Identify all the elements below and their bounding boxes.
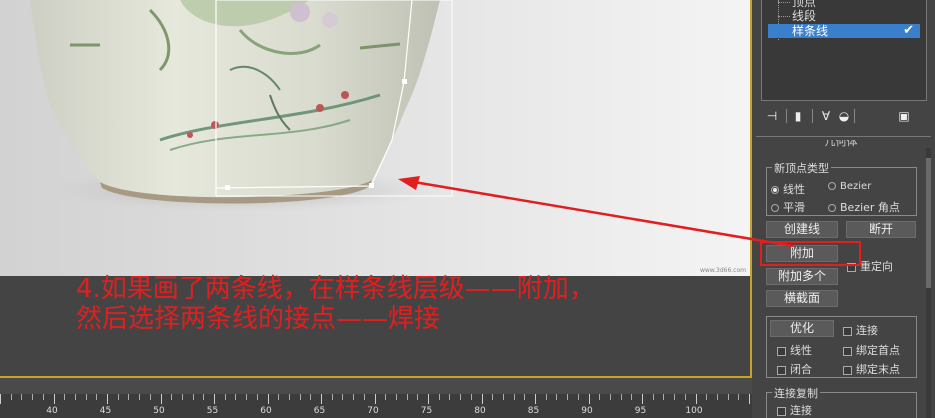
annotation-arrow [398, 176, 794, 248]
app-root: www.3d66.com 4.如果画了两条线，在样条线层级——附加， 然后选择两… [0, 0, 935, 418]
